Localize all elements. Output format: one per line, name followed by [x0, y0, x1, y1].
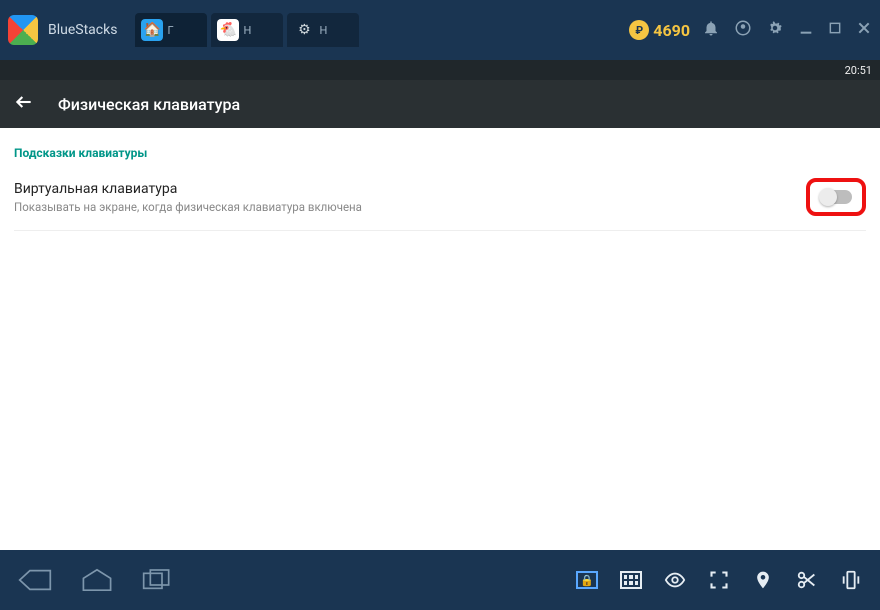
android-screen: 20:51 Физическая клавиатура Подсказки кл…	[0, 60, 880, 550]
close-button[interactable]	[856, 20, 872, 40]
location-icon[interactable]	[752, 569, 774, 591]
app-tabs: 🏠 Г 🐔 Н ⚙ Н	[135, 13, 359, 47]
tab-label: Н	[319, 24, 327, 37]
shake-icon[interactable]	[840, 569, 862, 591]
settings-content: Подсказки клавиатуры Виртуальная клавиат…	[0, 128, 880, 550]
coin-value: 4690	[653, 21, 690, 40]
setting-subtitle: Показывать на экране, когда физическая к…	[14, 200, 806, 214]
keyboard-lock-icon[interactable]: 🔒	[576, 569, 598, 591]
tab-label: Н	[243, 24, 251, 37]
bluestacks-titlebar: BlueStacks 🏠 Г 🐔 Н ⚙ Н ₽ 4690	[0, 0, 880, 60]
back-button[interactable]	[14, 92, 34, 116]
gear-icon[interactable]	[766, 19, 784, 41]
highlight-annotation	[806, 178, 866, 216]
keyboard-icon[interactable]	[620, 569, 642, 591]
bluestacks-logo-icon	[8, 15, 38, 45]
window-controls	[702, 19, 872, 41]
recent-nav-icon[interactable]	[142, 568, 172, 592]
app-bar-title: Физическая клавиатура	[58, 95, 240, 114]
user-icon[interactable]	[734, 19, 752, 41]
bluestacks-bottom-bar: 🔒	[0, 550, 880, 610]
back-nav-icon[interactable]	[18, 567, 52, 593]
chicken-icon: 🐔	[217, 19, 239, 41]
home-icon: 🏠	[141, 19, 163, 41]
app-bar: Физическая клавиатура	[0, 80, 880, 128]
coin-balance[interactable]: ₽ 4690	[629, 20, 690, 40]
virtual-keyboard-toggle[interactable]	[820, 190, 852, 204]
eye-icon[interactable]	[664, 569, 686, 591]
fullscreen-icon[interactable]	[708, 569, 730, 591]
bluestacks-tools: 🔒	[576, 569, 862, 591]
maximize-button[interactable]	[828, 21, 842, 39]
bell-icon[interactable]	[702, 19, 720, 41]
setting-title: Виртуальная клавиатура	[14, 181, 806, 197]
tab-settings-app[interactable]: ⚙ Н	[287, 13, 359, 47]
tab-home[interactable]: 🏠 Г	[135, 13, 207, 47]
setting-text: Виртуальная клавиатура Показывать на экр…	[14, 181, 806, 214]
coin-icon: ₽	[629, 20, 649, 40]
tab-label: Г	[167, 24, 173, 37]
tab-app-1[interactable]: 🐔 Н	[211, 13, 283, 47]
section-header: Подсказки клавиатуры	[14, 146, 866, 160]
android-nav-buttons	[18, 567, 172, 593]
status-time: 20:51	[845, 64, 872, 77]
scissors-icon[interactable]	[796, 569, 818, 591]
minimize-button[interactable]	[798, 20, 814, 40]
home-nav-icon[interactable]	[80, 568, 114, 592]
android-status-bar: 20:51	[0, 60, 880, 80]
brand-label: BlueStacks	[48, 22, 117, 38]
virtual-keyboard-setting-row[interactable]: Виртуальная клавиатура Показывать на экр…	[14, 174, 866, 231]
gear-icon: ⚙	[293, 19, 315, 41]
